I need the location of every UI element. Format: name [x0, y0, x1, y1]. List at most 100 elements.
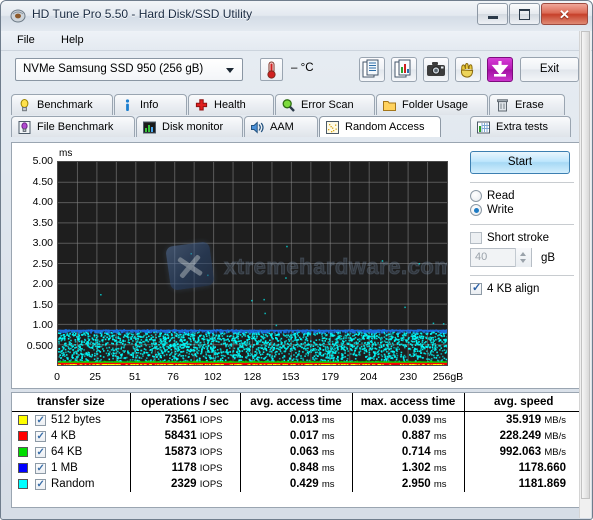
random-access-panel: ms 5.00 4.50 4.00 3.50 3.00 2.50 2.00 1.50 1.00 0…: [11, 142, 584, 389]
tab-row-1: Benchmark Info Health Error Scan Folder …: [11, 94, 566, 115]
save-download-icon: [491, 61, 509, 77]
tab-health[interactable]: Health: [188, 94, 274, 115]
cell-transfer-size: 512 bytes: [12, 411, 131, 428]
copy-text-icon: [362, 59, 379, 78]
cell-operations-sec: 2329 IOPS: [130, 476, 241, 492]
series-legend: 4 KB: [12, 430, 130, 443]
table-row[interactable]: 1 MB 1178 IOPS0.848 ms1.302 ms 1178.660: [12, 460, 583, 476]
lightbulb-icon: [17, 98, 32, 113]
tab-aam[interactable]: AAM: [244, 116, 318, 137]
cell-max-access-time: 2.950 ms: [352, 476, 465, 492]
table-row[interactable]: 4 KB 58431 IOPS0.017 ms0.887 ms 228.249 MB…: [12, 428, 583, 444]
table-row[interactable]: 64 KB 15873 IOPS0.063 ms0.714 ms 992.063 M…: [12, 444, 583, 460]
tab-aam-label: AAM: [270, 121, 294, 133]
cell-avg-access-time: 0.017 ms: [240, 428, 353, 444]
plot-canvas: [58, 162, 447, 365]
menu-help-label: Help: [61, 34, 84, 46]
radio-read-label: Read: [487, 190, 515, 202]
screenshot-button[interactable]: [423, 57, 449, 82]
toolbar: NVMe Samsung SSD 950 (256 gB) – °C Exit: [1, 50, 592, 92]
x-axis-labels: 0 25 51 76 102 128 153 179 204 230 256gB: [12, 371, 482, 387]
clipboard-hand-icon: [460, 62, 474, 78]
cell-avg-speed: 228.249 MB/s: [499, 430, 566, 442]
scrollbar-thumb[interactable]: [581, 31, 590, 499]
tab-erase[interactable]: Erase: [489, 94, 565, 115]
thermometer-icon: [267, 61, 276, 79]
checkbox-4kb-align-indicator: [470, 282, 482, 295]
chevron-down-icon: [226, 68, 234, 73]
tab-random-access[interactable]: Random Access: [319, 116, 441, 137]
series-checkbox[interactable]: [35, 478, 46, 491]
checkbox-short-stroke[interactable]: Short stroke: [470, 232, 579, 244]
tab-file-benchmark[interactable]: File Benchmark: [11, 116, 135, 137]
table-row[interactable]: Random 2329 IOPS0.429 ms2.950 ms 1181.869: [12, 476, 583, 492]
tab-extra-tests[interactable]: Extra tests: [470, 116, 571, 137]
radio-read[interactable]: Read: [470, 190, 579, 202]
table-row[interactable]: 512 bytes 73561 IOPS0.013 ms0.039 ms 35.91…: [12, 411, 583, 428]
cell-avg-speed: 1178.660: [518, 462, 566, 474]
short-stroke-input[interactable]: 40: [470, 248, 532, 267]
y-axis-tick: 2.50: [32, 257, 53, 270]
menu-help[interactable]: Help: [57, 34, 88, 46]
tab-file-benchmark-label: File Benchmark: [37, 121, 114, 133]
window-buttons: ✕: [476, 3, 588, 25]
close-button[interactable]: ✕: [541, 3, 588, 25]
title-bar: HD Tune Pro 5.50 - Hard Disk/SSD Utility…: [1, 1, 592, 32]
radio-write[interactable]: Write: [470, 204, 579, 216]
menu-file[interactable]: File: [13, 34, 39, 46]
temperature-button[interactable]: [260, 58, 283, 81]
short-stroke-size-row: 40 gB: [470, 248, 579, 267]
spinner-buttons[interactable]: [515, 248, 531, 267]
copy-text-button[interactable]: [359, 57, 385, 82]
series-label: 1 MB: [51, 462, 78, 474]
copy-graph-icon: [394, 59, 411, 78]
tab-benchmark[interactable]: Benchmark: [11, 94, 113, 115]
minimize-icon: [487, 15, 498, 19]
cell-max-access-time: 0.039 ms: [352, 411, 465, 428]
clipboard-hand-button[interactable]: [455, 57, 481, 82]
drive-select-value: NVMe Samsung SSD 950 (256 gB): [23, 63, 204, 75]
series-checkbox[interactable]: [35, 462, 46, 475]
tab-error-scan[interactable]: Error Scan: [275, 94, 375, 115]
tab-info[interactable]: Info: [114, 94, 187, 115]
menu-bar: File Help: [1, 31, 592, 51]
copy-graph-button[interactable]: [391, 57, 417, 82]
checkbox-short-stroke-indicator: [470, 232, 482, 244]
drive-select[interactable]: NVMe Samsung SSD 950 (256 gB): [15, 58, 243, 81]
radio-write-label: Write: [487, 204, 514, 216]
start-button[interactable]: Start: [470, 151, 570, 174]
tab-folder-usage[interactable]: Folder Usage: [376, 94, 488, 115]
tab-row-2: File Benchmark Disk monitor AAM Random A…: [11, 116, 572, 137]
minimize-button[interactable]: [477, 3, 508, 25]
cell-operations-sec: 58431 IOPS: [130, 428, 241, 444]
series-checkbox[interactable]: [35, 446, 46, 459]
vertical-scrollbar[interactable]: [579, 31, 591, 518]
cell-transfer-size: Random: [12, 476, 131, 492]
col-transfer-size: transfer size: [12, 393, 131, 412]
x-axis-tick: 230: [399, 371, 418, 383]
series-label: Random: [51, 478, 95, 490]
radio-read-indicator: [470, 190, 482, 202]
spinner-down-icon: [520, 259, 526, 263]
x-axis-tick: 128: [243, 371, 262, 383]
y-axis-tick: 5.00: [32, 155, 53, 167]
checkbox-4kb-align[interactable]: 4 KB align: [470, 282, 579, 295]
col-avg-access-time: avg. access time: [240, 393, 353, 412]
save-download-button[interactable]: [487, 57, 513, 82]
speaker-icon: [250, 120, 265, 135]
y-axis-tick: 1.00: [32, 319, 53, 331]
tab-disk-monitor[interactable]: Disk monitor: [136, 116, 243, 137]
spinner-up-icon: [520, 252, 526, 256]
series-checkbox[interactable]: [35, 430, 46, 443]
exit-button[interactable]: Exit: [520, 57, 579, 82]
x-axis-tick: 153: [281, 371, 300, 383]
series-checkbox[interactable]: [35, 414, 46, 427]
access-time-plot: xtremehardware.com: [57, 161, 448, 366]
cell-avg-speed: 35.919 MB/s: [505, 414, 566, 426]
y-axis-tick: 0.500: [26, 339, 53, 352]
hdtune-window: HD Tune Pro 5.50 - Hard Disk/SSD Utility…: [0, 0, 593, 520]
red-cross-icon: [194, 98, 209, 113]
tab-error-scan-label: Error Scan: [301, 99, 354, 111]
maximize-button[interactable]: [509, 3, 540, 25]
radio-write-indicator: [470, 204, 482, 216]
